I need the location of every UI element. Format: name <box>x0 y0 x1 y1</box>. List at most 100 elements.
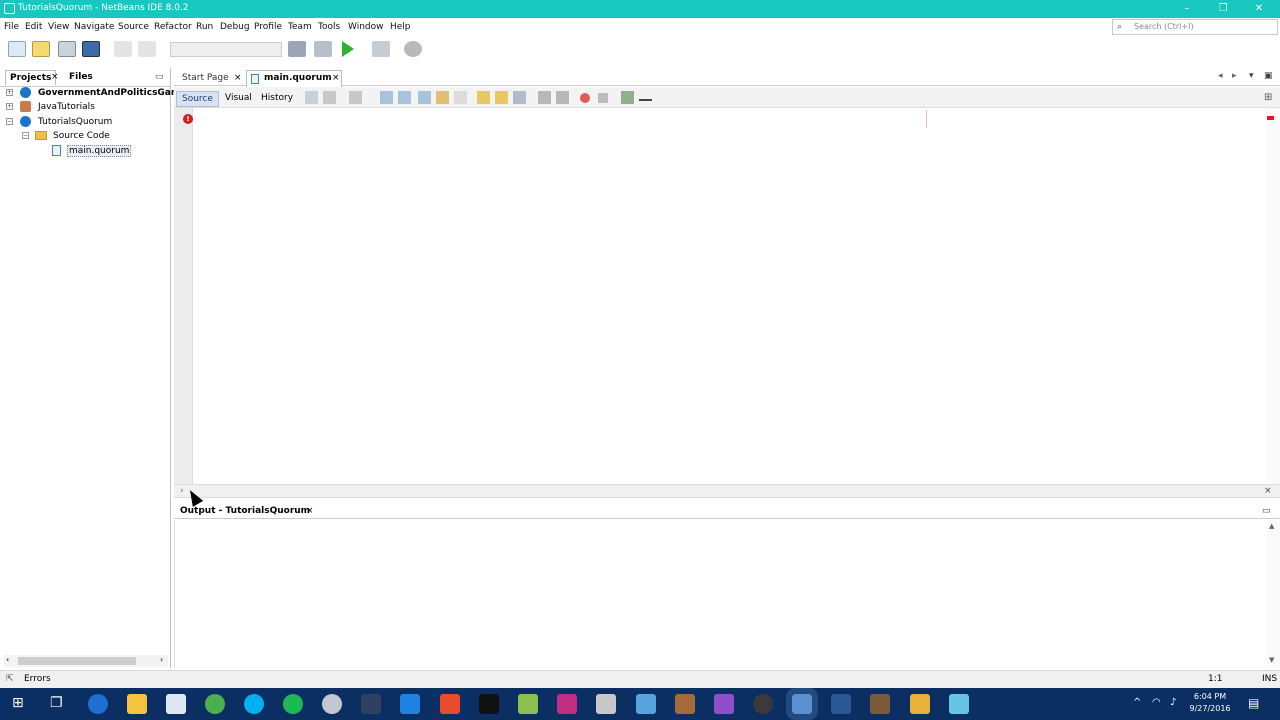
app-icon[interactable] <box>949 694 969 714</box>
comment-icon[interactable] <box>621 91 634 104</box>
profile-icon[interactable] <box>404 41 422 57</box>
scroll-tabs-right-icon[interactable]: ▸ <box>1232 71 1237 81</box>
new-project-icon[interactable] <box>32 41 50 57</box>
tab-projects[interactable]: Projects <box>5 70 57 85</box>
app-icon[interactable] <box>753 694 773 714</box>
app-icon[interactable] <box>636 694 656 714</box>
chrome-icon[interactable] <box>205 694 225 714</box>
find-next-icon[interactable] <box>418 91 431 104</box>
shift-right-icon[interactable] <box>556 91 569 104</box>
menu-window[interactable]: Window <box>348 22 384 32</box>
menu-source[interactable]: Source <box>118 22 149 32</box>
error-icon[interactable]: ! <box>183 114 193 124</box>
minimize-pane-icon[interactable]: ▭ <box>1262 506 1271 516</box>
save-all-icon[interactable] <box>82 41 100 57</box>
find-icon[interactable] <box>380 91 393 104</box>
menu-help[interactable]: Help <box>390 22 411 32</box>
last-edit-icon[interactable] <box>305 91 318 104</box>
store-icon[interactable] <box>166 694 186 714</box>
menu-navigate[interactable]: Navigate <box>74 22 114 32</box>
configuration-select[interactable] <box>170 42 282 57</box>
output-vscroll[interactable]: ▲ ▼ <box>1266 520 1280 668</box>
split-window-icon[interactable]: ⊞ <box>1264 92 1272 103</box>
projects-hscroll[interactable]: ‹ › <box>4 655 168 667</box>
netbeans-taskbar-icon[interactable] <box>786 688 818 720</box>
scroll-thumb[interactable] <box>18 657 136 665</box>
malwarebytes-icon[interactable] <box>400 694 420 714</box>
collapse-icon[interactable]: − <box>6 118 13 125</box>
menu-debug[interactable]: Debug <box>220 22 250 32</box>
uncomment-icon[interactable] <box>639 91 652 101</box>
notepad-plus-plus-icon[interactable] <box>518 694 538 714</box>
editor-error-stripe[interactable] <box>1266 108 1280 484</box>
menu-refactor[interactable]: Refactor <box>154 22 192 32</box>
notifications-icon[interactable]: ⇱ <box>6 674 14 684</box>
word-icon[interactable] <box>831 694 851 714</box>
menu-file[interactable]: File <box>4 22 19 32</box>
forward-icon[interactable] <box>349 91 362 104</box>
status-errors[interactable]: Errors <box>24 674 51 684</box>
start-macro-recording-icon[interactable] <box>580 93 590 103</box>
skype-icon[interactable] <box>244 694 264 714</box>
expand-icon[interactable]: + <box>6 103 13 110</box>
visual-studio-icon[interactable] <box>714 694 734 714</box>
scroll-up-icon[interactable]: ▲ <box>1269 522 1274 530</box>
open-project-icon[interactable] <box>58 41 76 57</box>
search-box[interactable]: ⌕ Search (Ctrl+I) <box>1112 19 1278 35</box>
tree-item-main-quorum[interactable]: main.quorum <box>67 145 132 157</box>
panel-splitter[interactable]: › × <box>174 484 1280 498</box>
action-center-icon[interactable]: ▤ <box>1248 696 1259 710</box>
run-icon[interactable] <box>342 41 354 57</box>
app-icon[interactable] <box>596 694 616 714</box>
menu-view[interactable]: View <box>48 22 69 32</box>
toggle-highlight-icon[interactable] <box>436 91 449 104</box>
find-previous-icon[interactable] <box>398 91 411 104</box>
scroll-right-icon[interactable]: › <box>160 655 163 664</box>
expand-icon[interactable]: + <box>6 89 13 96</box>
close-icon[interactable]: × <box>1264 486 1272 496</box>
app-icon[interactable] <box>440 694 460 714</box>
close-icon[interactable]: × <box>306 506 314 516</box>
taskbar-clock[interactable]: 6:04 PM 9/27/2016 <box>1180 691 1240 715</box>
wifi-icon[interactable]: ◠ <box>1152 697 1161 708</box>
command-prompt-icon[interactable] <box>479 694 499 714</box>
tab-start-page[interactable]: Start Page <box>176 70 235 86</box>
mode-source[interactable]: Source <box>176 91 219 107</box>
task-view-icon[interactable]: ❐ <box>50 695 63 711</box>
maximize-window-icon[interactable]: ▣ <box>1264 71 1273 81</box>
undo-icon[interactable] <box>114 41 132 57</box>
output-console[interactable] <box>174 520 1266 668</box>
close-icon[interactable]: × <box>51 72 59 82</box>
menu-profile[interactable]: Profile <box>254 22 282 32</box>
debug-icon[interactable] <box>372 41 390 57</box>
mode-visual[interactable]: Visual <box>220 91 257 105</box>
tab-output[interactable]: Output - TutorialsQuorum <box>176 504 314 519</box>
collapse-icon[interactable]: − <box>22 132 29 139</box>
close-button[interactable]: ✕ <box>1244 1 1274 17</box>
tree-item-javatutorials[interactable]: JavaTutorials <box>38 102 95 112</box>
next-bookmark-icon[interactable] <box>495 91 508 104</box>
close-icon[interactable]: × <box>332 73 340 83</box>
build-icon[interactable] <box>288 41 306 57</box>
app-icon[interactable] <box>322 694 342 714</box>
menu-team[interactable]: Team <box>288 22 312 32</box>
stop-macro-recording-icon[interactable] <box>598 93 608 103</box>
edge-icon[interactable] <box>88 694 108 714</box>
scroll-down-icon[interactable]: ▼ <box>1269 656 1274 664</box>
scroll-left-icon[interactable]: ‹ <box>6 655 9 664</box>
app-icon[interactable] <box>557 694 577 714</box>
restore-button[interactable]: ❐ <box>1208 1 1238 17</box>
windows-start-icon[interactable]: ⊞ <box>12 695 24 711</box>
tree-item-governmentandpoliticsgame[interactable]: GovernmentAndPoliticsGame <box>38 88 186 98</box>
app-icon[interactable] <box>910 694 930 714</box>
mode-history[interactable]: History <box>256 91 298 105</box>
spotify-icon[interactable] <box>283 694 303 714</box>
show-opened-documents-icon[interactable]: ▾ <box>1249 71 1254 81</box>
menu-run[interactable]: Run <box>196 22 213 32</box>
back-icon[interactable] <box>323 91 336 104</box>
clean-build-icon[interactable] <box>314 41 332 57</box>
rectangular-selection-icon[interactable] <box>454 91 467 104</box>
tab-main-quorum[interactable]: main.quorum × <box>246 70 342 87</box>
new-file-icon[interactable] <box>8 41 26 57</box>
show-hidden-icons-icon[interactable]: ^ <box>1133 697 1141 708</box>
